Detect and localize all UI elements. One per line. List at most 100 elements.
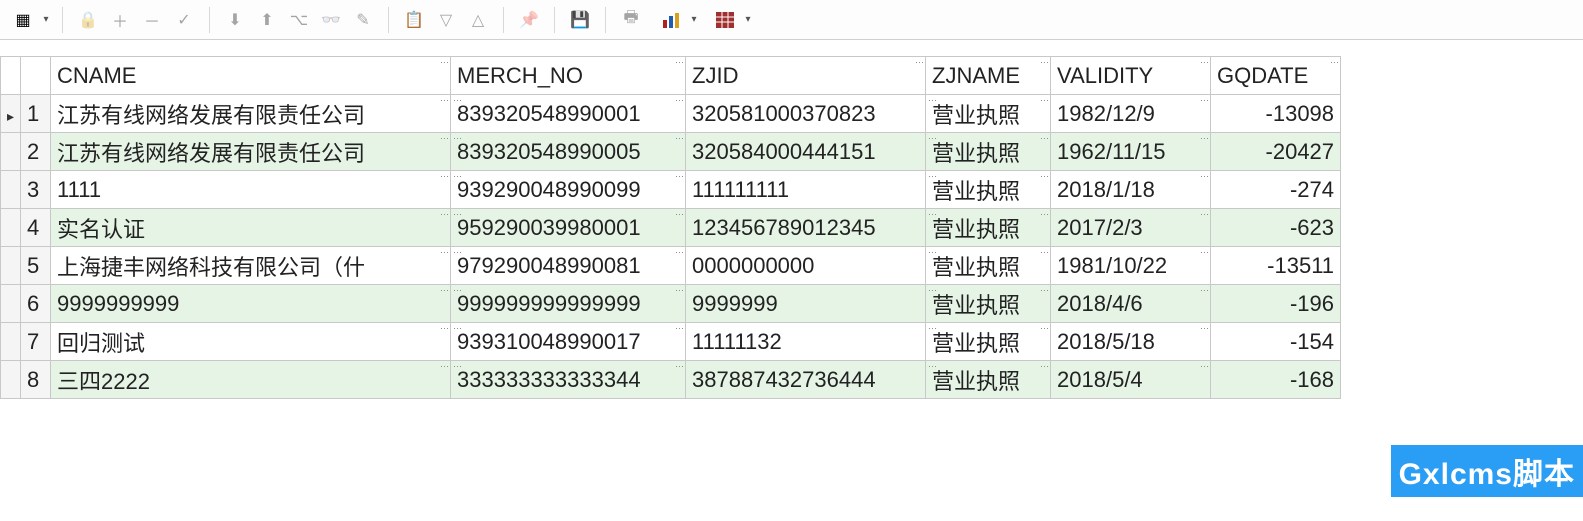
cell-zjid[interactable]: 320584000444151	[686, 133, 926, 171]
binoculars-icon: 👓	[321, 10, 341, 30]
cell-validity[interactable]: 1982/12/9⋯	[1051, 95, 1211, 133]
cell-zjid[interactable]: 0000000000	[686, 247, 926, 285]
funnel-icon: ⌥	[290, 10, 308, 30]
cell-gqdate[interactable]: -168	[1211, 361, 1341, 399]
cell-merchno[interactable]: ⋯839320548990001⋯	[451, 95, 686, 133]
column-header-zjid[interactable]: ZJID⋯	[686, 57, 926, 95]
toolbar-separator	[209, 7, 210, 33]
cell-zjname[interactable]: ⋯营业执照⋯	[926, 323, 1051, 361]
row-number[interactable]: 3	[21, 171, 51, 209]
cell-validity[interactable]: 1962/11/15⋯	[1051, 133, 1211, 171]
cell-merchno[interactable]: ⋯939290048990099⋯	[451, 171, 686, 209]
cell-validity[interactable]: 2018/5/4⋯	[1051, 361, 1211, 399]
cell-gqdate[interactable]: -196	[1211, 285, 1341, 323]
row-indicator[interactable]	[1, 361, 21, 399]
corner-cell[interactable]	[1, 57, 21, 95]
cell-cname[interactable]: 三四2222⋯	[51, 361, 451, 399]
row-indicator[interactable]	[1, 247, 21, 285]
cell-validity[interactable]: 2018/5/18⋯	[1051, 323, 1211, 361]
cell-zjname[interactable]: ⋯营业执照⋯	[926, 133, 1051, 171]
cell-zjid[interactable]: 123456789012345	[686, 209, 926, 247]
table-row[interactable]: 5上海捷丰网络科技有限公司（什⋯⋯979290048990081⋯0000000…	[1, 247, 1341, 285]
cell-validity[interactable]: 2018/1/18⋯	[1051, 171, 1211, 209]
cell-zjname[interactable]: ⋯营业执照⋯	[926, 361, 1051, 399]
cell-zjname[interactable]: ⋯营业执照⋯	[926, 285, 1051, 323]
column-header-cname[interactable]: CNAME⋯	[51, 57, 451, 95]
table-row[interactable]: 2江苏有线网络发展有限责任公司⋯⋯839320548990005⋯3205840…	[1, 133, 1341, 171]
cell-zjname[interactable]: ⋯营业执照⋯	[926, 247, 1051, 285]
cell-merchno[interactable]: ⋯333333333333344⋯	[451, 361, 686, 399]
table-row[interactable]: 69999999999⋯⋯999999999999999⋯9999999⋯营业执…	[1, 285, 1341, 323]
row-number[interactable]: 5	[21, 247, 51, 285]
check-icon: ✓	[177, 10, 190, 30]
cell-cname[interactable]: 9999999999⋯	[51, 285, 451, 323]
table-row[interactable]: 31111⋯⋯939290048990099⋯111111111⋯营业执照⋯20…	[1, 171, 1341, 209]
grid-view-button[interactable]: ▦	[8, 6, 38, 34]
triangle-up-icon: △	[472, 10, 484, 30]
cell-validity[interactable]: 2018/4/6⋯	[1051, 285, 1211, 323]
column-header-merchno[interactable]: MERCH_NO⋯	[451, 57, 686, 95]
toolbar-separator	[388, 7, 389, 33]
table-row[interactable]: 4实名认证⋯⋯959290039980001⋯123456789012345⋯营…	[1, 209, 1341, 247]
filter-button: ⌥	[284, 6, 314, 34]
cell-merchno[interactable]: ⋯979290048990081⋯	[451, 247, 686, 285]
cell-cname[interactable]: 江苏有线网络发展有限责任公司⋯	[51, 133, 451, 171]
cell-gqdate[interactable]: -274	[1211, 171, 1341, 209]
cell-zjid[interactable]: 111111111	[686, 171, 926, 209]
row-number[interactable]: 7	[21, 323, 51, 361]
cell-gqdate[interactable]: -623	[1211, 209, 1341, 247]
row-indicator[interactable]	[1, 171, 21, 209]
pin-icon: 📌	[519, 10, 539, 30]
sort-asc-button: ⬇	[220, 6, 250, 34]
table-row[interactable]: ▸1江苏有线网络发展有限责任公司⋯⋯839320548990001⋯320581…	[1, 95, 1341, 133]
row-indicator[interactable]: ▸	[1, 95, 21, 133]
row-number[interactable]: 4	[21, 209, 51, 247]
cell-zjid[interactable]: 11111132	[686, 323, 926, 361]
row-number[interactable]: 2	[21, 133, 51, 171]
table-row[interactable]: 8三四2222⋯⋯333333333333344⋯387887432736444…	[1, 361, 1341, 399]
cell-cname[interactable]: 江苏有线网络发展有限责任公司⋯	[51, 95, 451, 133]
cell-merchno[interactable]: ⋯939310048990017⋯	[451, 323, 686, 361]
cell-cname[interactable]: 回归测试⋯	[51, 323, 451, 361]
cell-validity[interactable]: 1981/10/22⋯	[1051, 247, 1211, 285]
toolbar-separator	[503, 7, 504, 33]
cell-merchno[interactable]: ⋯999999999999999⋯	[451, 285, 686, 323]
column-header-gqdate[interactable]: GQDATE⋯	[1211, 57, 1341, 95]
chart-button[interactable]	[656, 6, 686, 34]
grid-view-dropdown[interactable]: ▾	[40, 6, 52, 34]
cell-zjname[interactable]: ⋯营业执照⋯	[926, 95, 1051, 133]
row-indicator[interactable]	[1, 209, 21, 247]
cell-gqdate[interactable]: -154	[1211, 323, 1341, 361]
column-header-zjname[interactable]: ZJNAME⋯	[926, 57, 1051, 95]
cell-gqdate[interactable]: -13098	[1211, 95, 1341, 133]
clipboard-button[interactable]: 📋	[399, 6, 429, 34]
row-number[interactable]: 6	[21, 285, 51, 323]
cell-cname[interactable]: 上海捷丰网络科技有限公司（什⋯	[51, 247, 451, 285]
cell-zjname[interactable]: ⋯营业执照⋯	[926, 171, 1051, 209]
cell-cname[interactable]: 实名认证⋯	[51, 209, 451, 247]
cell-cname[interactable]: 1111⋯	[51, 171, 451, 209]
row-indicator[interactable]	[1, 285, 21, 323]
cell-merchno[interactable]: ⋯839320548990005⋯	[451, 133, 686, 171]
row-indicator[interactable]	[1, 133, 21, 171]
table-row[interactable]: 7回归测试⋯⋯939310048990017⋯11111132⋯营业执照⋯201…	[1, 323, 1341, 361]
column-header-validity[interactable]: VALIDITY⋯	[1051, 57, 1211, 95]
cell-zjname[interactable]: ⋯营业执照⋯	[926, 209, 1051, 247]
data-grid[interactable]: CNAME⋯ MERCH_NO⋯ ZJID⋯ ZJNAME⋯ VALIDITY⋯…	[0, 56, 1341, 399]
row-number[interactable]: 1	[21, 95, 51, 133]
cell-validity[interactable]: 2017/2/3⋯	[1051, 209, 1211, 247]
row-indicator[interactable]	[1, 323, 21, 361]
edit-button: ✎	[348, 6, 378, 34]
cell-gqdate[interactable]: -13511	[1211, 247, 1341, 285]
cell-zjid[interactable]: 9999999	[686, 285, 926, 323]
table-dropdown[interactable]: ▾	[742, 6, 754, 34]
cell-gqdate[interactable]: -20427	[1211, 133, 1341, 171]
cell-zjid[interactable]: 387887432736444	[686, 361, 926, 399]
save-button[interactable]: 💾	[565, 6, 595, 34]
table-button[interactable]	[710, 6, 740, 34]
row-number[interactable]: 8	[21, 361, 51, 399]
cell-merchno[interactable]: ⋯959290039980001⋯	[451, 209, 686, 247]
cell-zjid[interactable]: 320581000370823	[686, 95, 926, 133]
rownum-header[interactable]	[21, 57, 51, 95]
chart-dropdown[interactable]: ▾	[688, 6, 700, 34]
